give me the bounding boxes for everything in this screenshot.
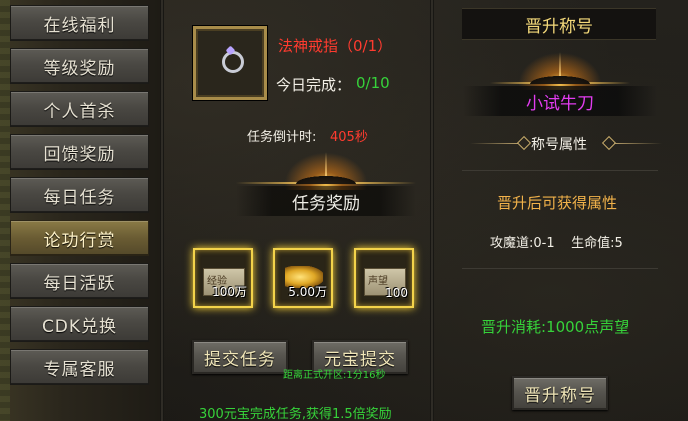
sidebar-item-online-welfare[interactable]: 在线福利 (10, 5, 149, 41)
exp-count: 100万 (212, 285, 247, 299)
sidebar-item-daily-task[interactable]: 每日任务 (10, 177, 149, 213)
reward-ornament (236, 148, 416, 190)
attr-diamond-left (516, 135, 532, 151)
sidebar-item-cdk-exchange[interactable]: CDK兑换 (10, 306, 149, 342)
reward-title: 任务奖励 (236, 186, 416, 216)
promote-title-button[interactable]: 晋升称号 (512, 376, 608, 410)
app-root: 在线福利 等级奖励 个人首杀 回馈奖励 每日任务 论功行赏 每日活跃 CDK兑换… (0, 0, 688, 421)
sidebar-divider (160, 0, 164, 421)
countdown-value: 405秒 (330, 130, 368, 145)
sidebar-item-customer-service[interactable]: 专属客服 (10, 349, 149, 385)
promote-panel-header: 晋升称号 (462, 8, 656, 40)
sidebar-item-merit-reward[interactable]: 论功行赏 (10, 220, 149, 256)
attr-separator-top (462, 170, 658, 171)
sidebar-item-level-reward[interactable]: 等级奖励 (10, 48, 149, 84)
reputation-label: 声望 (368, 276, 388, 287)
sidebar-item-feedback-reward[interactable]: 回馈奖励 (10, 134, 149, 170)
current-title-name: 小试牛刀 (463, 86, 657, 116)
reward-slot-reputation[interactable]: 声望 100 (354, 248, 414, 308)
task-item-name: 法神戒指（0/1） (278, 37, 393, 55)
countdown-label: 任务倒计时: (247, 130, 317, 145)
gain-attr-label: 晋升后可获得属性 (497, 194, 618, 212)
ingot-bonus-notice: 300元宝完成任务,获得1.5倍奖励 (199, 407, 392, 421)
ingot-count: 5.00万 (288, 285, 327, 299)
reward-slot-exp[interactable]: 经验 100万 (193, 248, 253, 308)
reputation-count: 100 (385, 286, 408, 300)
today-complete-label: 今日完成： (276, 76, 352, 94)
title-attr-values: 攻魔道:0-1 生命值:5 (490, 236, 623, 251)
panel-divider (430, 0, 434, 421)
today-complete-value: 0/10 (356, 74, 390, 92)
task-item-slot[interactable] (193, 26, 267, 100)
sidebar-item-first-kill[interactable]: 个人首杀 (10, 91, 149, 127)
title-attr-header: 称号属性 (531, 137, 587, 153)
attr-separator-bottom (462, 268, 658, 269)
title-ornament (490, 48, 630, 90)
promote-cost-label: 晋升消耗:1000点声望 (481, 318, 630, 336)
reward-slot-ingot[interactable]: 5.00万 (273, 248, 333, 308)
attr-deco-right (614, 143, 662, 144)
sidebar-item-daily-active[interactable]: 每日活跃 (10, 263, 149, 299)
ring-icon (222, 51, 244, 73)
attr-deco-left (470, 143, 518, 144)
sidebar: 在线福利 等级奖励 个人首杀 回馈奖励 每日任务 论功行赏 每日活跃 CDK兑换… (0, 0, 160, 421)
open-server-notice: 距离正式开区:1分16秒 (283, 370, 386, 381)
submit-task-button[interactable]: 提交任务 (192, 340, 288, 374)
